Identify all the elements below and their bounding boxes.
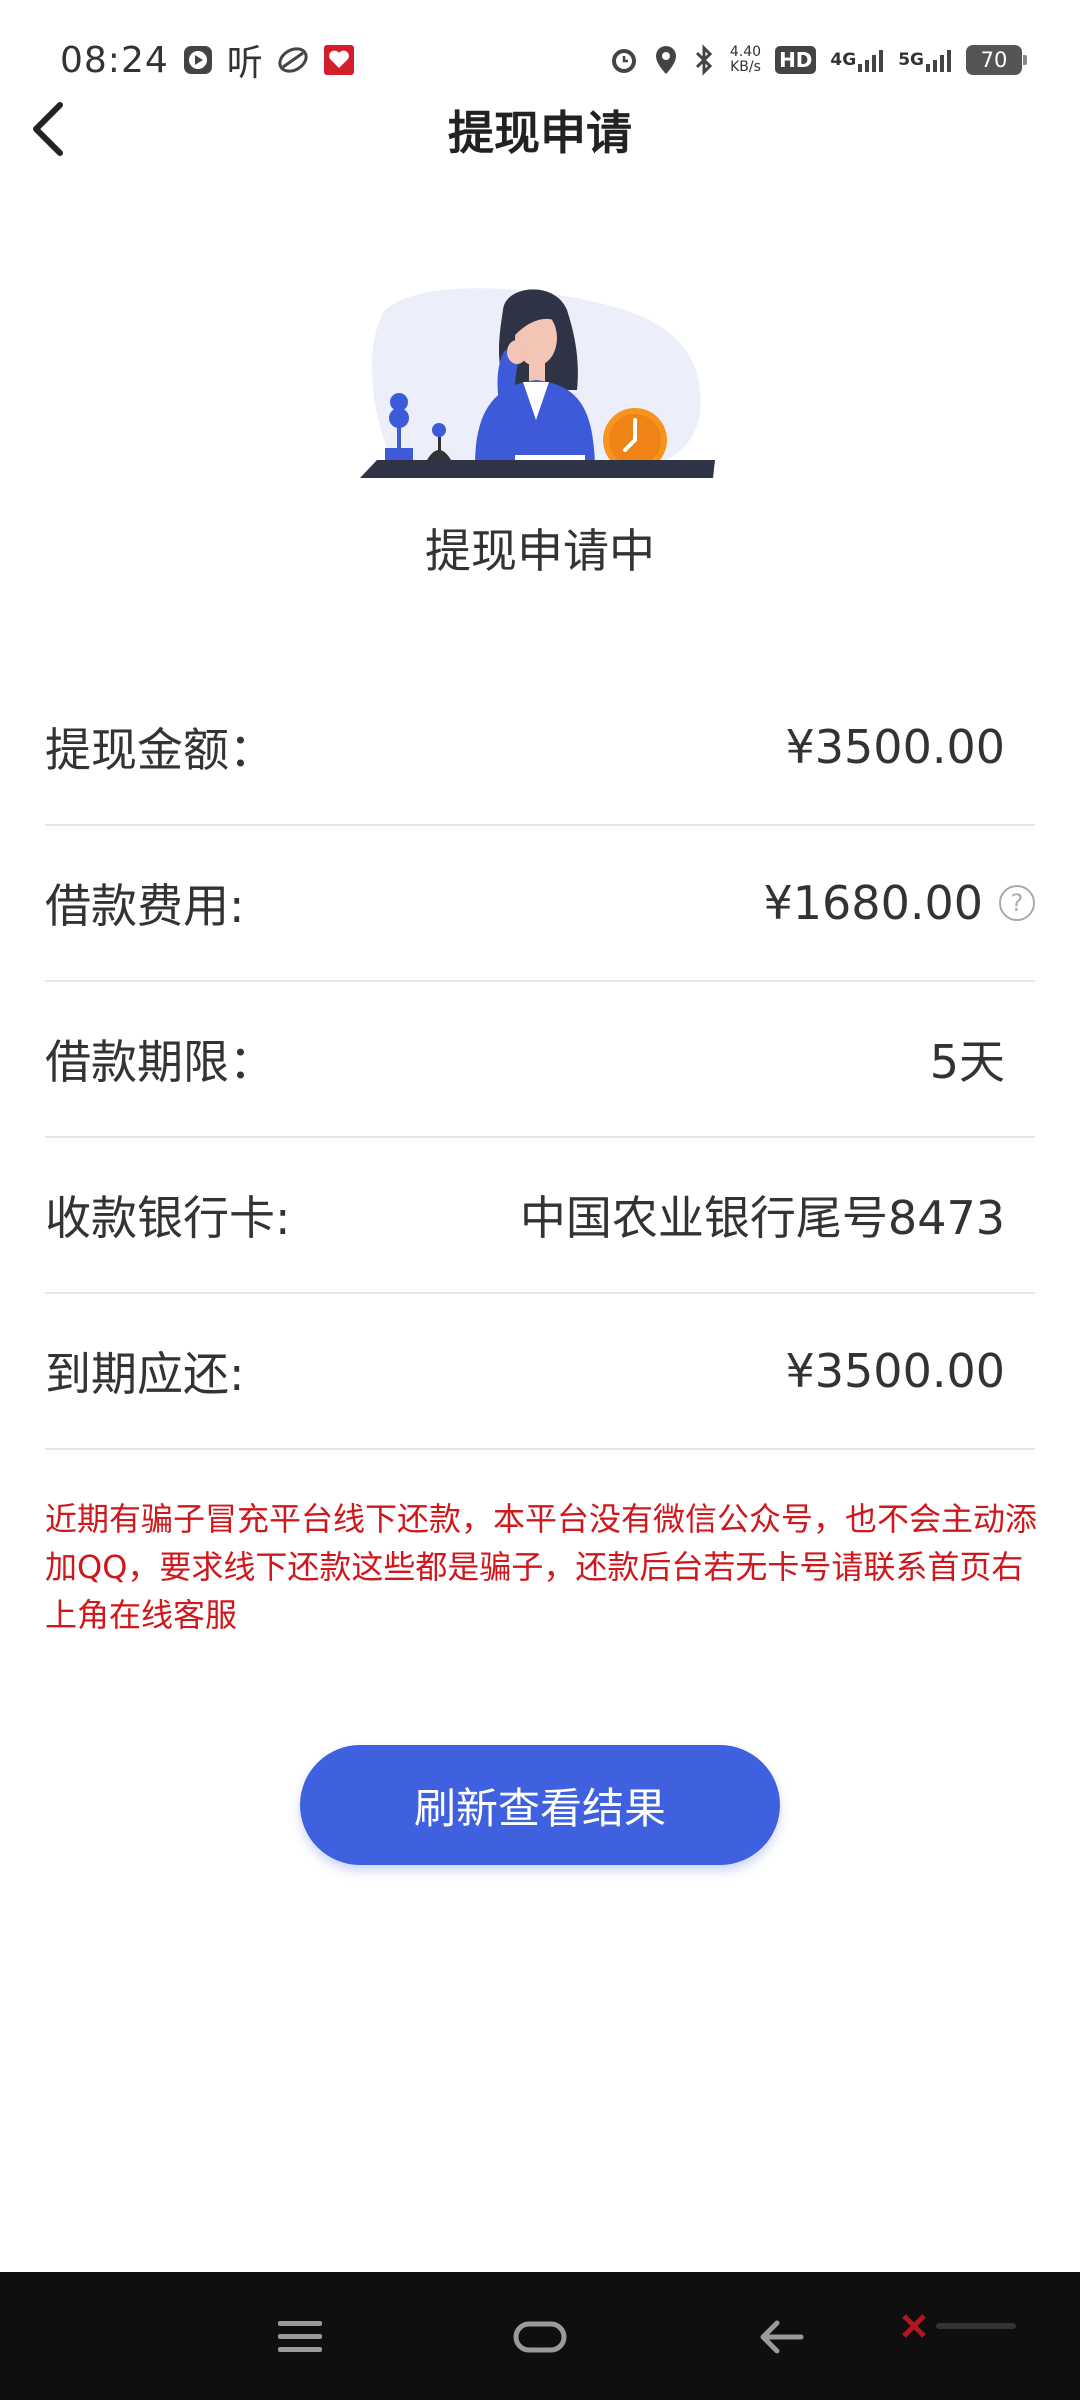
- net-speed-value: 4.40: [729, 44, 762, 60]
- location-icon: [654, 44, 678, 76]
- chevron-left-icon: [33, 102, 63, 156]
- detail-row-term: 借款期限： 5天: [45, 982, 1035, 1138]
- detail-value-text: 5天: [929, 1035, 1005, 1089]
- system-nav-bar: [0, 2272, 1080, 2400]
- listen-app-icon: 听: [226, 43, 263, 84]
- detail-value-text: ¥3500.00: [785, 720, 1006, 774]
- net-speed: 4.40 KB/s: [730, 45, 761, 75]
- detail-label: 借款期限：: [45, 1035, 275, 1089]
- signal-4g-icon: 4G: [830, 48, 884, 72]
- detail-label: 到期应还:: [45, 1347, 245, 1401]
- bluetooth-icon: [692, 44, 716, 76]
- red-app-icon: [323, 44, 355, 76]
- detail-value-text: 中国农业银行尾号8473: [519, 1191, 1005, 1245]
- detail-row-amount: 提现金额： ¥3500.00: [45, 670, 1035, 826]
- status-right: 4.40 KB/s HD 4G 5G 70: [608, 44, 1027, 76]
- nav-back-button[interactable]: [740, 2302, 820, 2372]
- pending-illustration: [355, 280, 725, 490]
- app-header: 提现申请: [0, 85, 1080, 175]
- detail-label: 收款银行卡:: [45, 1191, 291, 1245]
- detail-list: 提现金额： ¥3500.00 借款费用: ¥1680.00 ? 借款期限： 5天…: [45, 670, 1035, 1450]
- hd-icon: HD: [775, 46, 817, 74]
- watermark-logo: [900, 2312, 1016, 2340]
- detail-label: 提现金额：: [45, 723, 275, 777]
- detail-value: 中国农业银行尾号8473: [520, 1182, 1005, 1248]
- detail-value: 5天: [930, 1026, 1005, 1092]
- leaf-app-icon: [277, 45, 309, 75]
- menu-icon: [278, 2321, 322, 2352]
- detail-label: 借款费用:: [45, 879, 245, 933]
- back-button[interactable]: [18, 99, 78, 159]
- status-time: 08:24: [60, 39, 169, 81]
- application-status-text: 提现申请中: [425, 524, 655, 578]
- battery-icon: 70: [966, 45, 1027, 75]
- nav-menu-button[interactable]: [260, 2302, 340, 2372]
- question-help-icon[interactable]: ?: [999, 885, 1035, 921]
- fraud-warning-text: 近期有骗子冒充平台线下还款，本平台没有微信公众号，也不会主动添加QQ，要求线下还…: [45, 1500, 1038, 1634]
- refresh-result-button[interactable]: 刷新查看结果: [300, 1745, 780, 1865]
- detail-value: ¥3500.00: [786, 720, 1006, 774]
- detail-value: ¥1680.00 ?: [763, 876, 1035, 930]
- home-icon: [513, 2321, 567, 2353]
- watermark-icon: [902, 2314, 926, 2338]
- detail-row-fee: 借款费用: ¥1680.00 ?: [45, 826, 1035, 982]
- status-left: 08:24 听: [60, 34, 355, 86]
- detail-value-text: ¥3500.00: [785, 1344, 1006, 1398]
- nav-home-button[interactable]: [500, 2302, 580, 2372]
- page-title: 提现申请: [448, 106, 632, 160]
- back-arrow-icon: [760, 2320, 804, 2354]
- detail-row-bank-card: 收款银行卡: 中国农业银行尾号8473: [45, 1138, 1035, 1294]
- detail-value: ¥3500.00: [786, 1344, 1006, 1398]
- detail-row-repayment: 到期应还: ¥3500.00: [45, 1294, 1035, 1450]
- signal-4g-label: 4G: [830, 50, 857, 70]
- signal-5g-label: 5G: [898, 50, 924, 70]
- alarm-icon: [608, 44, 640, 76]
- signal-5g-icon: 5G: [898, 48, 952, 72]
- watermark-text-decoration: [936, 2323, 1016, 2329]
- detail-value-text: ¥1680.00: [763, 876, 984, 930]
- net-speed-unit: KB/s: [730, 59, 761, 75]
- play-icon: [183, 45, 213, 75]
